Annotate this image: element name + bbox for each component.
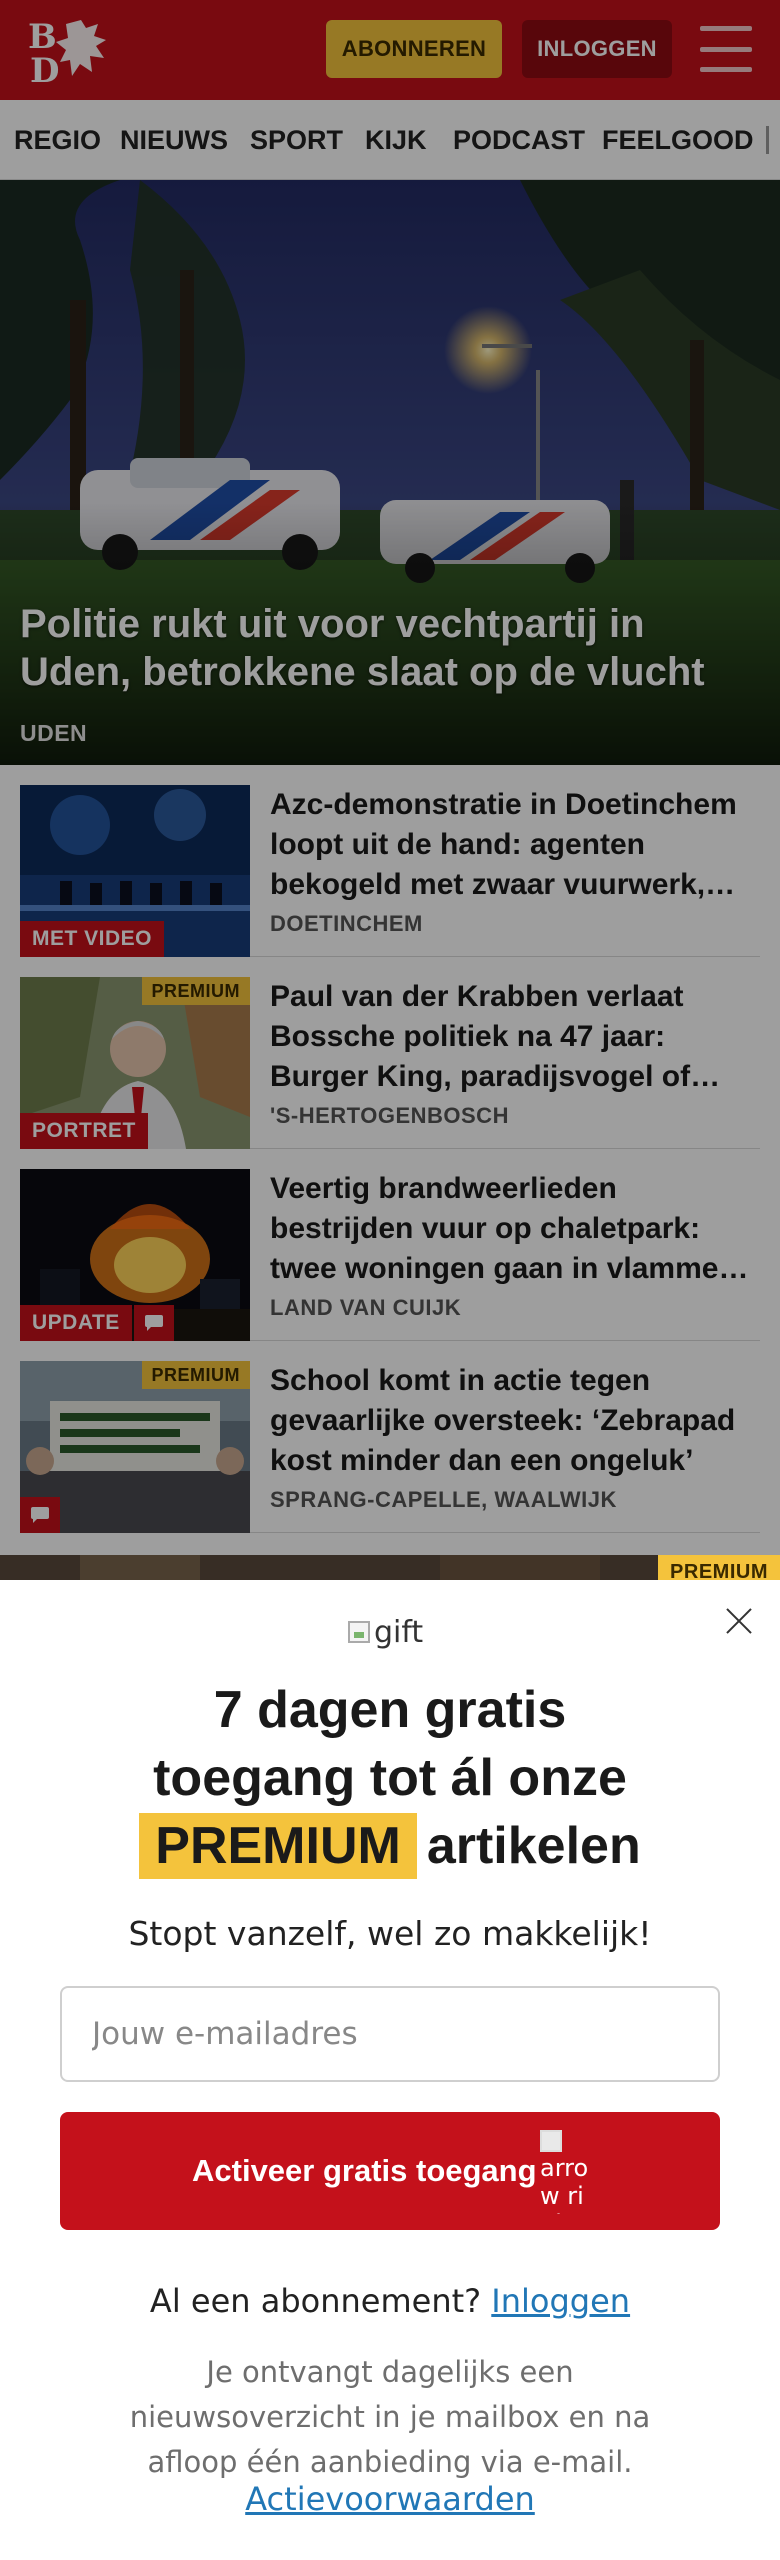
activate-button-label: Activeer gratis toegang — [192, 2153, 537, 2188]
email-input[interactable] — [60, 1986, 720, 2082]
already-subscribed-text: Al een abonnement? — [149, 2282, 482, 2320]
gift-alt-text: gift — [374, 1614, 424, 1650]
modal-title-line1: 7 dagen gratis — [213, 1681, 567, 1739]
modal-subtitle: Stopt vanzelf, wel zo makkelijk! — [128, 1914, 652, 1953]
arrow-right-icon: arrow right — [540, 2130, 590, 2214]
close-icon[interactable] — [722, 1604, 756, 1638]
already-subscribed: Al een abonnement? Inloggen — [0, 2282, 780, 2320]
modal-backdrop[interactable] — [0, 0, 780, 1580]
modal-note: Je ontvangt dagelijks een nieuwsoverzich… — [129, 2355, 651, 2479]
activate-button[interactable]: Activeer gratis toegang arrow right — [60, 2112, 720, 2230]
modal-title-tail: artikelen — [426, 1817, 641, 1875]
modal-title-line2: toegang tot ál onze — [153, 1749, 627, 1807]
terms-link[interactable]: Actievoorwaarden — [0, 2480, 780, 2518]
premium-highlight: PREMIUM — [139, 1813, 417, 1879]
broken-image-icon — [540, 2130, 562, 2152]
modal-login-link[interactable]: Inloggen — [491, 2282, 630, 2320]
modal-title: 7 dagen gratis toegang tot ál onze PREMI… — [0, 1676, 780, 1880]
broken-image-icon — [348, 1621, 370, 1643]
gift-icon: gift — [348, 1612, 423, 1652]
premium-trial-modal: gift 7 dagen gratis toegang tot ál onze … — [0, 1580, 780, 2560]
arrow-alt-text: arrow right — [540, 2154, 589, 2214]
